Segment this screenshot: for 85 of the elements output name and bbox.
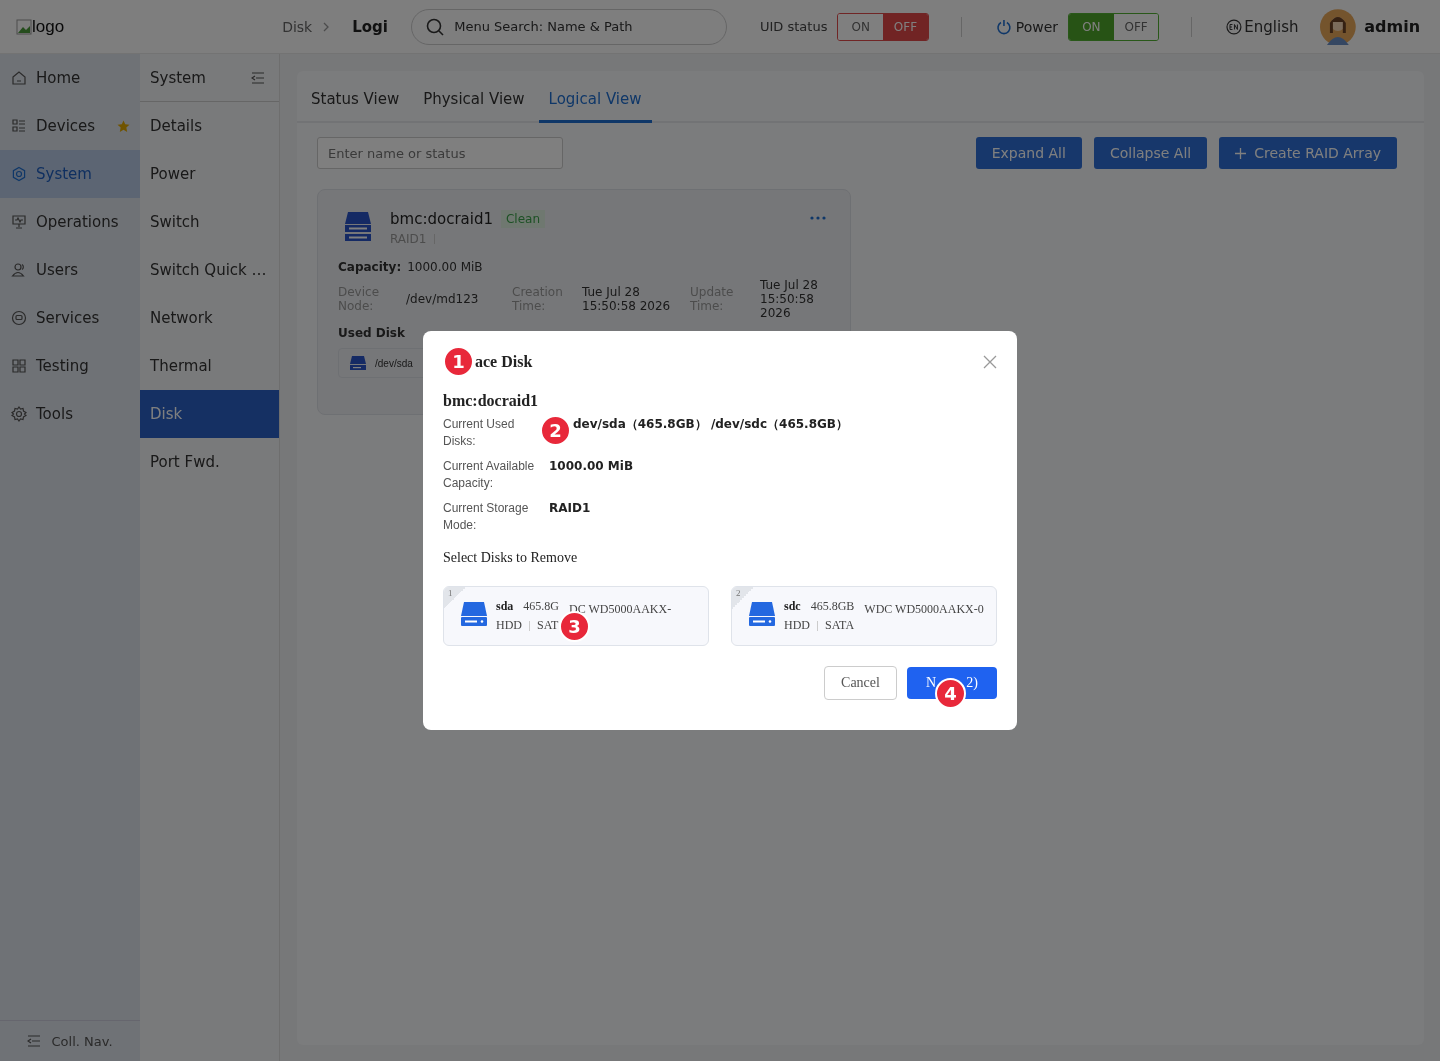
nav-item[interactable]: Services — [0, 294, 140, 342]
field-value: Tue Jul 28 15:50:58 2026 — [760, 278, 819, 320]
section-title: Select Disks to Remove — [443, 550, 579, 566]
used-disk-label: Used Disk — [338, 326, 406, 340]
disk-type: HDD — [496, 618, 522, 633]
gear-icon — [11, 406, 27, 422]
sub-nav-title: System — [150, 68, 206, 87]
disk-interface: SATA — [825, 618, 855, 633]
list-icon — [11, 118, 27, 134]
action-button[interactable]: Create RAID Array — [1219, 137, 1397, 169]
uid-status-label: UID status — [760, 19, 828, 34]
plus-icon — [1235, 147, 1247, 159]
action-button[interactable]: Expand All — [975, 137, 1082, 169]
sub-nav-item[interactable]: Details — [140, 102, 279, 150]
nav-item[interactable]: System — [0, 150, 140, 198]
sub-nav-item[interactable]: Switch — [140, 198, 279, 246]
raid-drive-icon — [342, 210, 374, 242]
uid-toggle-option[interactable]: OFF — [883, 13, 928, 40]
close-icon[interactable] — [983, 355, 997, 369]
disk-size: 465.8GB — [810, 599, 855, 614]
nav-item[interactable]: Tools — [0, 390, 140, 438]
info-value: 1000.00 MiB — [549, 458, 634, 475]
sub-nav-item[interactable]: Thermal — [140, 342, 279, 390]
info-label: Current Used Disks: — [443, 416, 516, 450]
search-icon — [426, 17, 445, 36]
view-tab[interactable]: Status View — [301, 90, 410, 123]
nav-item[interactable]: Home — [0, 54, 140, 102]
disk-name: sda — [496, 599, 514, 614]
disk-interface: SAT — [537, 618, 559, 633]
grid-icon — [11, 358, 27, 374]
capacity-label: Capacity: — [338, 260, 402, 274]
disk-index: 1 — [444, 587, 466, 609]
more-icon[interactable] — [810, 216, 826, 220]
sub-nav-item[interactable]: Network — [140, 294, 279, 342]
nav-item[interactable]: Operations — [0, 198, 140, 246]
power-icon — [995, 18, 1012, 35]
info-label: Current Storage Mode: — [443, 500, 530, 534]
capacity-value: 1000.00 MiB — [407, 260, 483, 274]
avatar[interactable] — [1320, 8, 1357, 45]
status-badge: Clean — [501, 210, 546, 228]
language-selector[interactable]: English — [1244, 17, 1299, 36]
filter-field[interactable]: Enter name or status — [317, 137, 563, 169]
power-label: Power — [1015, 18, 1059, 35]
hard-drive-icon — [460, 601, 488, 627]
menu-search-field[interactable]: Menu Search: Name & Path — [411, 8, 727, 45]
view-tab[interactable]: Logical View — [538, 90, 652, 123]
disk-option-card[interactable]: 2 sdc 465.8GB WDC WD5000AAKX-0 HDD SATA — [731, 586, 997, 646]
hexagon-icon — [11, 166, 27, 182]
field-value: /dev/md123 — [406, 292, 480, 306]
sub-nav-item[interactable]: Switch Quick … — [140, 246, 279, 294]
nav-item[interactable]: Devices — [0, 102, 140, 150]
raid-name: bmc:docraid1 — [390, 210, 493, 228]
home-icon — [11, 70, 27, 86]
monitor-icon — [11, 214, 27, 230]
logo-alt-text: logo — [32, 16, 65, 37]
hard-drive-icon — [349, 355, 367, 371]
info-label: Current Available Capacity: — [443, 458, 536, 492]
disk-name: sdc — [784, 599, 801, 614]
breadcrumb-current: Logi — [352, 17, 388, 36]
sub-nav-item[interactable]: Disk — [140, 390, 279, 438]
action-button[interactable]: Collapse All — [1093, 137, 1208, 169]
power-toggle-option[interactable]: ON — [1069, 13, 1114, 40]
disk-type: HDD — [784, 618, 810, 633]
disk-model: WDC WD5000AAKX-0 — [864, 601, 985, 618]
dialog-title: ace Disk — [475, 353, 533, 371]
info-value: RAID1 — [549, 500, 591, 517]
nav-item[interactable]: Testing — [0, 342, 140, 390]
nav-item[interactable]: Users — [0, 246, 140, 294]
collapse-icon — [27, 1035, 42, 1047]
sub-nav-item[interactable]: Port Fwd. — [140, 438, 279, 486]
array-name: bmc:docraid1 — [443, 392, 540, 410]
disk-index: 2 — [732, 587, 754, 609]
user-name: admin — [1364, 17, 1420, 36]
sub-nav-item[interactable]: Power — [140, 150, 279, 198]
users-icon — [11, 262, 27, 278]
broken-image-icon — [16, 18, 32, 35]
cancel-button[interactable]: Cancel — [824, 666, 897, 700]
info-value: dev/sda（465.8GB） /dev/sdc（465.8GB） — [573, 416, 848, 433]
disk-size: 465.8G — [523, 599, 559, 614]
hard-drive-icon — [748, 601, 776, 627]
breadcrumb-link[interactable]: Disk — [282, 18, 313, 35]
chevron-right-icon — [322, 21, 331, 32]
collapse-menu-icon[interactable] — [251, 71, 265, 84]
field-value: Tue Jul 28 15:50:58 2026 — [582, 285, 672, 313]
view-tab[interactable]: Physical View — [413, 90, 535, 123]
